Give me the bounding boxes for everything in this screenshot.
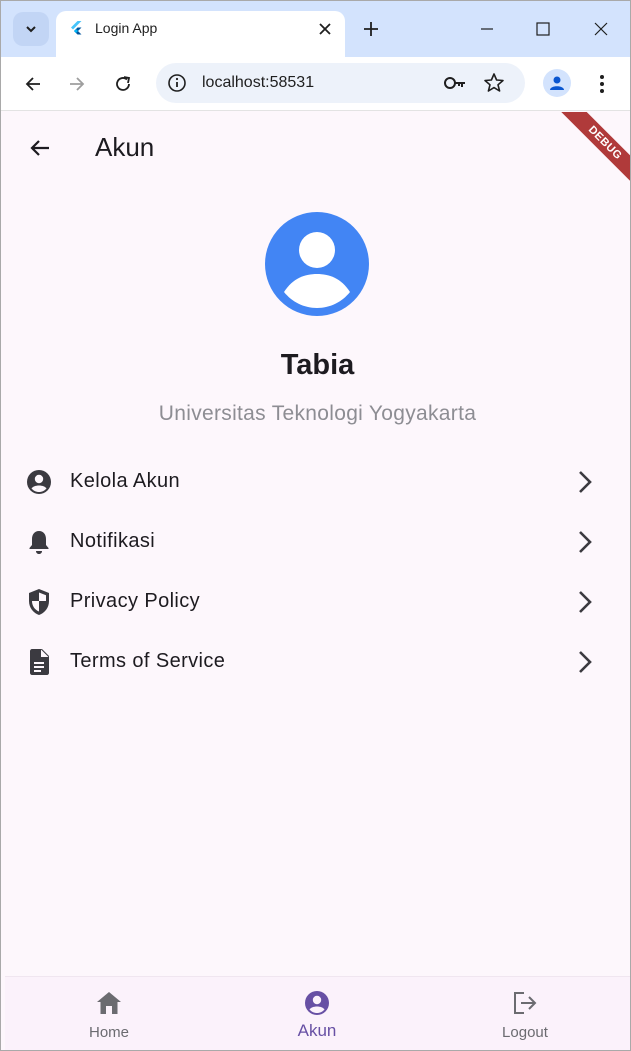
maximize-icon: [536, 22, 550, 36]
browser-window: Login App localhost:58531 DEBUG Akun Tab…: [0, 0, 631, 1051]
debug-banner: DEBUG: [559, 112, 630, 189]
appbar-back-button[interactable]: [25, 133, 55, 163]
profile-name: Tabia: [280, 349, 355, 381]
menu-item-label: Notifikasi: [70, 530, 156, 552]
menu-item-notifikasi[interactable]: Notifikasi: [5, 511, 630, 571]
nav-label: Logout: [502, 1024, 548, 1041]
back-button[interactable]: [19, 70, 47, 98]
arrow-left-icon: [25, 77, 40, 91]
menu-item-label: Terms of Service: [70, 650, 226, 672]
chevron-right-icon: [571, 648, 599, 676]
browser-menu-button[interactable]: [591, 70, 613, 98]
plus-icon: [364, 22, 378, 36]
person-icon: [550, 76, 564, 90]
key-icon[interactable]: [443, 73, 467, 93]
tab-search-button[interactable]: [13, 12, 49, 46]
nav-label: Home: [88, 1024, 129, 1041]
nav-label: Akun: [297, 1021, 337, 1040]
chevron-down-icon: [26, 26, 36, 33]
home-icon: [95, 989, 123, 1017]
arrow-right-icon: [70, 77, 85, 91]
nav-item-home[interactable]: Home: [5, 977, 213, 1050]
reload-button[interactable]: [109, 70, 137, 98]
browser-titlebar: Login App: [1, 1, 630, 57]
forward-button[interactable]: [63, 70, 91, 98]
menu-item-kelola-akun[interactable]: Kelola Akun: [5, 451, 630, 511]
document-icon: [25, 648, 53, 676]
nav-item-akun[interactable]: Akun: [213, 977, 421, 1050]
profile-button[interactable]: [543, 69, 571, 97]
new-tab-button[interactable]: [359, 17, 383, 41]
profile-subtitle: Universitas Teknologi Yogyakarta: [158, 402, 477, 425]
bell-icon: [25, 528, 53, 556]
app-screen: DEBUG Akun Tabia Universitas Teknologi Y…: [5, 112, 630, 1050]
bottom-navigation: Home Akun Logout: [5, 976, 630, 1050]
minimize-icon: [481, 28, 493, 30]
chevron-right-icon: [571, 468, 599, 496]
shield-icon: [25, 588, 53, 616]
star-icon[interactable]: [483, 72, 505, 94]
logout-icon: [511, 989, 539, 1017]
window-close-button[interactable]: [587, 15, 615, 43]
reload-icon: [116, 76, 131, 91]
menu-item-label: Kelola Akun: [70, 470, 181, 492]
close-icon: [594, 22, 608, 36]
address-bar[interactable]: localhost:58531: [156, 63, 525, 103]
nav-item-logout[interactable]: Logout: [421, 977, 629, 1050]
browser-tab[interactable]: Login App: [56, 11, 345, 57]
tab-title: Login App: [95, 20, 158, 36]
arrow-left-icon: [30, 140, 49, 156]
browser-toolbar: localhost:58531: [1, 57, 630, 111]
chevron-right-icon: [571, 528, 599, 556]
menu-item-privacy-policy[interactable]: Privacy Policy: [5, 571, 630, 631]
info-icon[interactable]: [167, 73, 187, 93]
menu-item-label: Privacy Policy: [70, 590, 201, 612]
chevron-right-icon: [571, 588, 599, 616]
avatar-icon: [265, 212, 369, 316]
maximize-button[interactable]: [529, 15, 557, 43]
minimize-button[interactable]: [473, 15, 501, 43]
more-vert-icon: [600, 75, 604, 93]
close-icon: [319, 23, 331, 35]
page-title: Akun: [95, 132, 155, 162]
url-text[interactable]: localhost:58531: [202, 74, 314, 92]
flutter-icon: [71, 21, 82, 35]
tab-close-button[interactable]: [315, 19, 335, 39]
account-circle-icon: [25, 468, 53, 496]
menu-item-terms-of-service[interactable]: Terms of Service: [5, 631, 630, 691]
account-circle-icon: [303, 989, 331, 1017]
